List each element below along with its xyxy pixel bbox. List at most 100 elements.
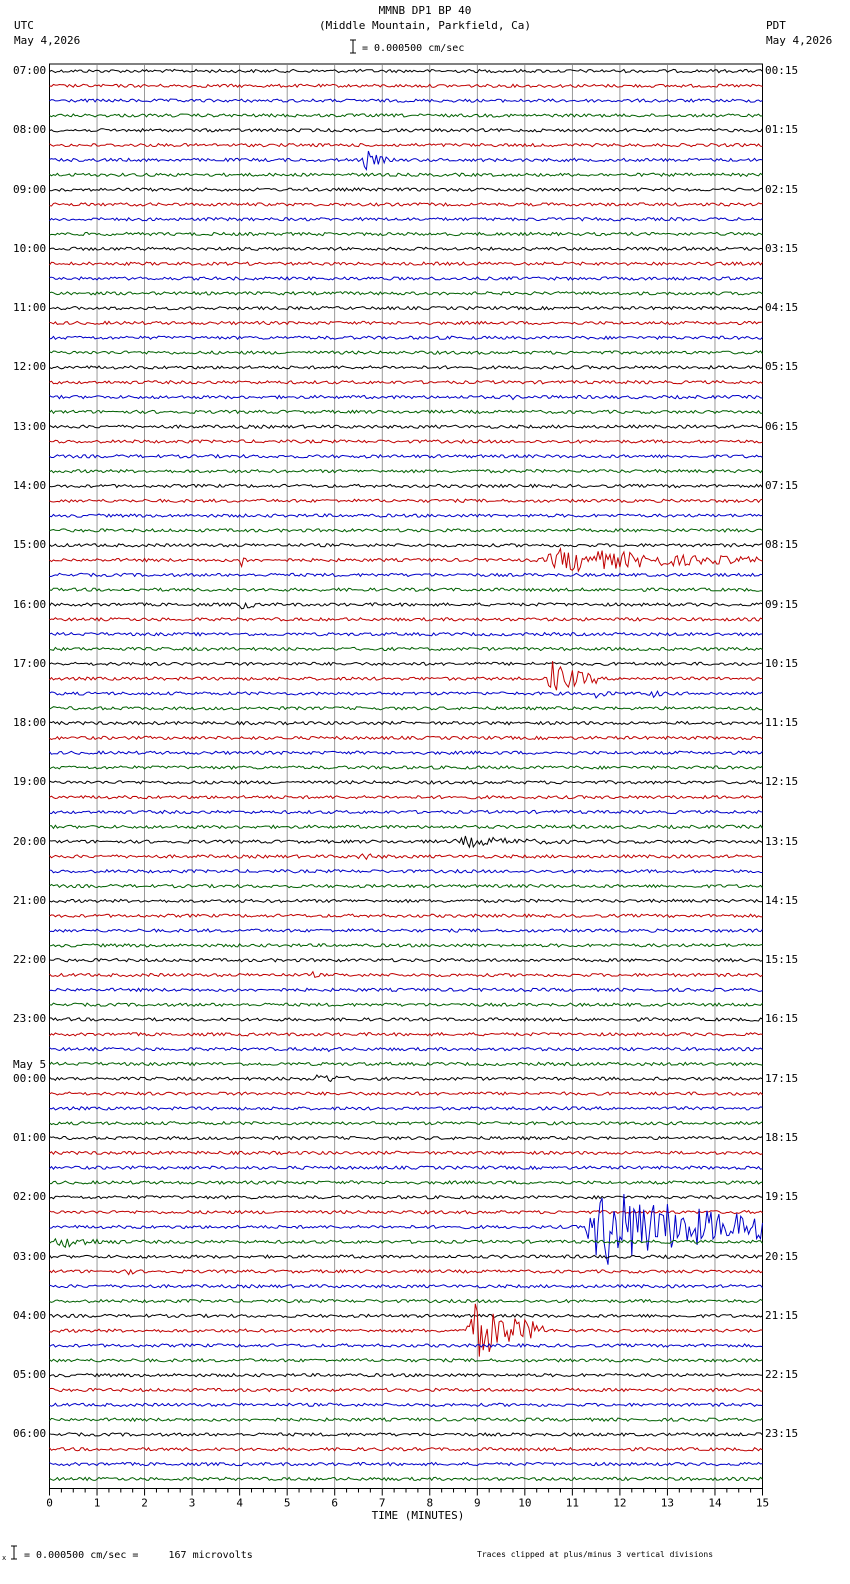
left-hour-label: 22:00 — [13, 953, 47, 967]
trace-line-72 — [49, 1135, 763, 1141]
trace-line-1 — [49, 83, 763, 89]
date-change-label: May 5 — [13, 1057, 47, 1071]
trace-line-90 — [49, 1402, 763, 1408]
trace-line-78 — [49, 1193, 763, 1265]
trace-line-16 — [49, 305, 763, 311]
right-hour-label: 01:15 — [765, 123, 799, 137]
trace-line-7 — [49, 172, 763, 178]
x-tick-label: 15 — [756, 1497, 769, 1510]
trace-line-53 — [49, 853, 763, 861]
trace-line-36 — [49, 601, 763, 610]
trace-line-31 — [49, 528, 763, 533]
trace-line-61 — [49, 970, 763, 979]
right-hour-label: 13:15 — [765, 834, 799, 848]
trace-line-86 — [49, 1343, 763, 1349]
trace-line-59 — [49, 942, 763, 948]
trace-line-65 — [49, 1031, 763, 1037]
trace-line-5 — [49, 142, 763, 148]
left-hour-label: 05:00 — [13, 1368, 47, 1382]
chart-subtitle: (Middle Mountain, Parkfield, Ca) — [319, 19, 531, 32]
left-hour-label: 11:00 — [13, 301, 47, 315]
trace-line-67 — [49, 1061, 763, 1067]
trace-line-69 — [49, 1091, 763, 1096]
left-hour-label: 12:00 — [13, 360, 47, 374]
svg-text:x: x — [2, 1554, 6, 1562]
footer-clip-note: Traces clipped at plus/minus 3 vertical … — [477, 1550, 714, 1559]
trace-line-25 — [49, 438, 763, 444]
x-tick-label: 6 — [331, 1497, 338, 1510]
trace-group — [49, 68, 763, 1482]
footer-scale-bar-icon: x — [2, 1545, 17, 1562]
x-tick-label: 10 — [518, 1497, 531, 1510]
trace-line-23 — [49, 409, 763, 415]
trace-line-27 — [49, 468, 763, 474]
trace-line-57 — [49, 913, 763, 919]
left-hour-label: 10:00 — [13, 241, 47, 255]
trace-line-14 — [49, 276, 763, 281]
x-tick-label: 2 — [141, 1497, 148, 1510]
trace-line-82 — [49, 1283, 763, 1289]
trace-line-12 — [49, 246, 763, 252]
right-hour-label: 07:15 — [765, 478, 799, 492]
trace-line-77 — [49, 1209, 763, 1215]
trace-line-75 — [49, 1180, 763, 1185]
right-hour-label: 03:15 — [765, 241, 799, 255]
trace-line-94 — [49, 1461, 763, 1467]
trace-line-32 — [49, 542, 763, 548]
footer-scale-note: = 0.000500 cm/sec = 167 microvolts — [24, 1550, 253, 1561]
trace-line-48 — [49, 779, 763, 785]
right-hour-label: 05:15 — [765, 360, 799, 374]
right-hour-label: 08:15 — [765, 538, 799, 552]
chart-title: MMNB DP1 BP 40 — [378, 4, 472, 17]
left-hour-label: 04:00 — [13, 1308, 47, 1322]
x-axis-label: TIME (MINUTES) — [371, 1509, 465, 1522]
x-tick-label: 14 — [708, 1497, 722, 1510]
trace-line-63 — [49, 1002, 763, 1008]
trace-line-50 — [49, 809, 763, 815]
trace-line-37 — [49, 616, 763, 622]
right-hour-label: 02:15 — [765, 182, 799, 196]
scale-label: = 0.000500 cm/sec — [362, 43, 465, 54]
right-hour-label: 10:15 — [765, 656, 799, 670]
right-hour-label: 04:15 — [765, 301, 799, 315]
trace-line-84 — [49, 1313, 763, 1319]
trace-line-29 — [49, 498, 763, 504]
right-hour-label: 06:15 — [765, 419, 799, 433]
trace-line-73 — [49, 1150, 763, 1156]
left-hour-label: 00:00 — [13, 1071, 47, 1085]
trace-line-60 — [49, 957, 763, 963]
scale-bar-icon — [350, 39, 356, 54]
trace-line-2 — [49, 98, 763, 104]
x-tick-label: 7 — [379, 1497, 386, 1510]
trace-line-8 — [49, 187, 763, 192]
trace-line-19 — [49, 350, 763, 355]
right-hour-label: 18:15 — [765, 1131, 799, 1145]
left-date: May 4,2026 — [14, 34, 81, 47]
trace-line-26 — [49, 453, 763, 459]
trace-line-0 — [49, 68, 763, 74]
trace-line-15 — [49, 290, 763, 296]
trace-line-85 — [49, 1303, 763, 1357]
right-hour-label: 16:15 — [765, 1012, 799, 1026]
left-hour-label: 03:00 — [13, 1249, 47, 1263]
trace-line-91 — [49, 1417, 763, 1423]
x-tick-label: 9 — [474, 1497, 481, 1510]
trace-line-11 — [49, 231, 763, 237]
trace-line-81 — [49, 1268, 763, 1276]
trace-line-55 — [49, 883, 763, 889]
trace-line-71 — [49, 1120, 763, 1126]
right-hour-label: 23:15 — [765, 1427, 799, 1441]
left-hour-label: 07:00 — [13, 64, 47, 77]
trace-line-54 — [49, 868, 763, 874]
left-timezone: UTC — [14, 19, 34, 32]
right-hour-label: 11:15 — [765, 716, 799, 730]
trace-line-34 — [49, 572, 763, 578]
trace-line-51 — [49, 824, 763, 830]
left-hour-label: 14:00 — [13, 478, 47, 492]
left-hour-label: 20:00 — [13, 834, 47, 848]
right-hour-label: 09:15 — [765, 597, 799, 611]
trace-line-92 — [49, 1432, 763, 1437]
trace-line-17 — [49, 320, 763, 326]
trace-line-24 — [49, 424, 763, 430]
left-hour-label: 21:00 — [13, 893, 47, 907]
